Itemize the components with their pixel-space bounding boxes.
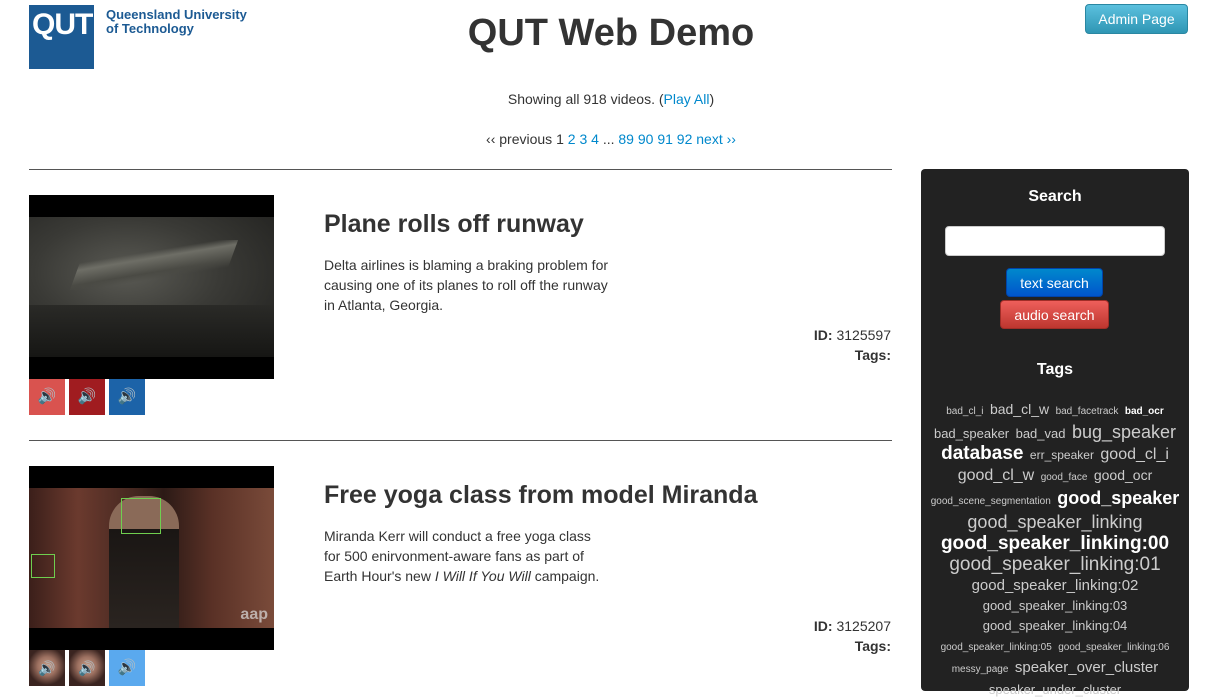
speaker-icon[interactable]: 🔊 [109,379,145,415]
page-title: QUT Web Demo [467,12,755,54]
current-page: 1 [556,131,564,147]
pagination: ‹‹ previous 1 2 3 4 ... 89 90 91 92 next… [0,131,1222,147]
id-value: 3125207 [836,618,891,634]
page-link[interactable]: 92 [677,131,693,147]
tag-link[interactable]: good_face [1041,468,1088,488]
text-search-button[interactable]: text search [1006,268,1103,297]
page-link[interactable]: 90 [638,131,654,147]
tag-link[interactable]: err_speaker [1030,445,1094,465]
page-link[interactable]: 3 [579,131,587,147]
tag-link[interactable]: good_speaker_linking:00 [941,534,1169,554]
divider [29,169,892,170]
tag-link[interactable]: good_speaker_linking:05 [941,638,1052,658]
video-title[interactable]: Free yoga class from model Miranda [324,481,757,510]
tag-link[interactable]: good_speaker_linking:02 [972,576,1139,596]
tag-link[interactable]: bad_cl_i [946,402,983,422]
tag-link[interactable]: good_cl_i [1100,445,1169,465]
video-title[interactable]: Plane rolls off runway [324,210,584,239]
tags-label: Tags: [854,347,891,363]
page-link[interactable]: 91 [657,131,673,147]
close-paren: ) [709,91,715,107]
video-description: Miranda Kerr will conduct a free yoga cl… [324,526,609,586]
speaker-icon[interactable]: 🔊 [109,650,145,686]
tag-link[interactable]: database [941,444,1023,464]
page-ellipsis: ... [602,131,615,147]
thumbnail-ground [29,305,274,357]
video-description: Delta airlines is blaming a braking prob… [324,257,609,313]
tag-link[interactable]: good_cl_w [958,466,1035,486]
face-detection-box [31,554,55,578]
tag-link[interactable]: bad_facetrack [1056,402,1119,422]
divider [29,440,892,441]
tag-link[interactable]: bad_cl_w [990,399,1049,419]
video-tags: Tags: [855,638,891,654]
play-all-link[interactable]: Play All [664,91,710,107]
tags-heading: Tags [1036,361,1074,378]
tags-label: Tags: [854,638,891,654]
search-input[interactable] [945,226,1165,256]
page-link[interactable]: 2 [568,131,576,147]
thumbnail-plane [69,240,239,290]
tag-link[interactable]: bad_vad [1016,424,1066,444]
tag-link[interactable]: good_ocr [1094,465,1152,485]
tag-link[interactable]: bug_speaker [1072,422,1176,442]
description-italic: I Will If You Will [434,568,531,584]
face-speaker-icon[interactable]: 🔊 [29,650,65,686]
video-tags: Tags: [855,347,891,363]
id-label: ID: [813,618,833,634]
id-label: ID: [813,327,833,343]
face-detection-box [121,498,161,534]
video-id: ID: 3125597 [814,327,891,343]
video-thumbnail[interactable] [29,195,274,379]
tag-link[interactable]: good_speaker_linking:06 [1058,638,1169,658]
next-link[interactable]: next ›› [696,131,736,147]
tag-link[interactable]: good_speaker_linking:03 [983,596,1128,616]
tag-link[interactable]: speaker_under_cluster [989,680,1121,698]
tag-cloud: bad_cl_i bad_cl_w bad_facetrack bad_ocr … [923,399,1187,698]
search-heading: Search [1028,188,1082,205]
audio-search-button[interactable]: audio search [1000,300,1109,329]
video-thumbnail[interactable]: aap [29,466,274,650]
tag-link[interactable]: good_speaker_linking [967,512,1142,532]
description-part: campaign. [530,568,600,584]
face-speaker-icon[interactable]: 🔊 [69,650,105,686]
tag-link[interactable]: good_speaker_linking:04 [983,616,1128,636]
showing-text: Showing all 918 videos. ( [507,91,664,107]
tag-link[interactable]: bad_ocr [1125,402,1164,422]
speaker-icon[interactable]: 🔊 [69,379,105,415]
page-link[interactable]: 89 [618,131,634,147]
previous-link[interactable]: ‹‹ previous [486,131,552,147]
admin-page-button[interactable]: Admin Page [1085,4,1188,34]
video-id: ID: 3125207 [814,618,891,634]
speaker-icon[interactable]: 🔊 [29,379,65,415]
tag-link[interactable]: good_speaker [1057,488,1179,508]
video-count-summary: Showing all 918 videos. (Play All) [0,91,1222,107]
tag-link[interactable]: speaker_over_cluster [1015,658,1158,678]
thumbnail-badge: aap [240,606,268,623]
tag-link[interactable]: good_scene_segmentation [931,492,1051,512]
tag-link[interactable]: bad_speaker [934,424,1009,444]
page-link[interactable]: 4 [591,131,599,147]
sidebar: Search text search audio search Tags bad… [921,169,1189,697]
id-value: 3125597 [836,327,891,343]
tag-link[interactable]: messy_page [952,660,1009,680]
tag-link[interactable]: good_speaker_linking:01 [949,555,1160,575]
